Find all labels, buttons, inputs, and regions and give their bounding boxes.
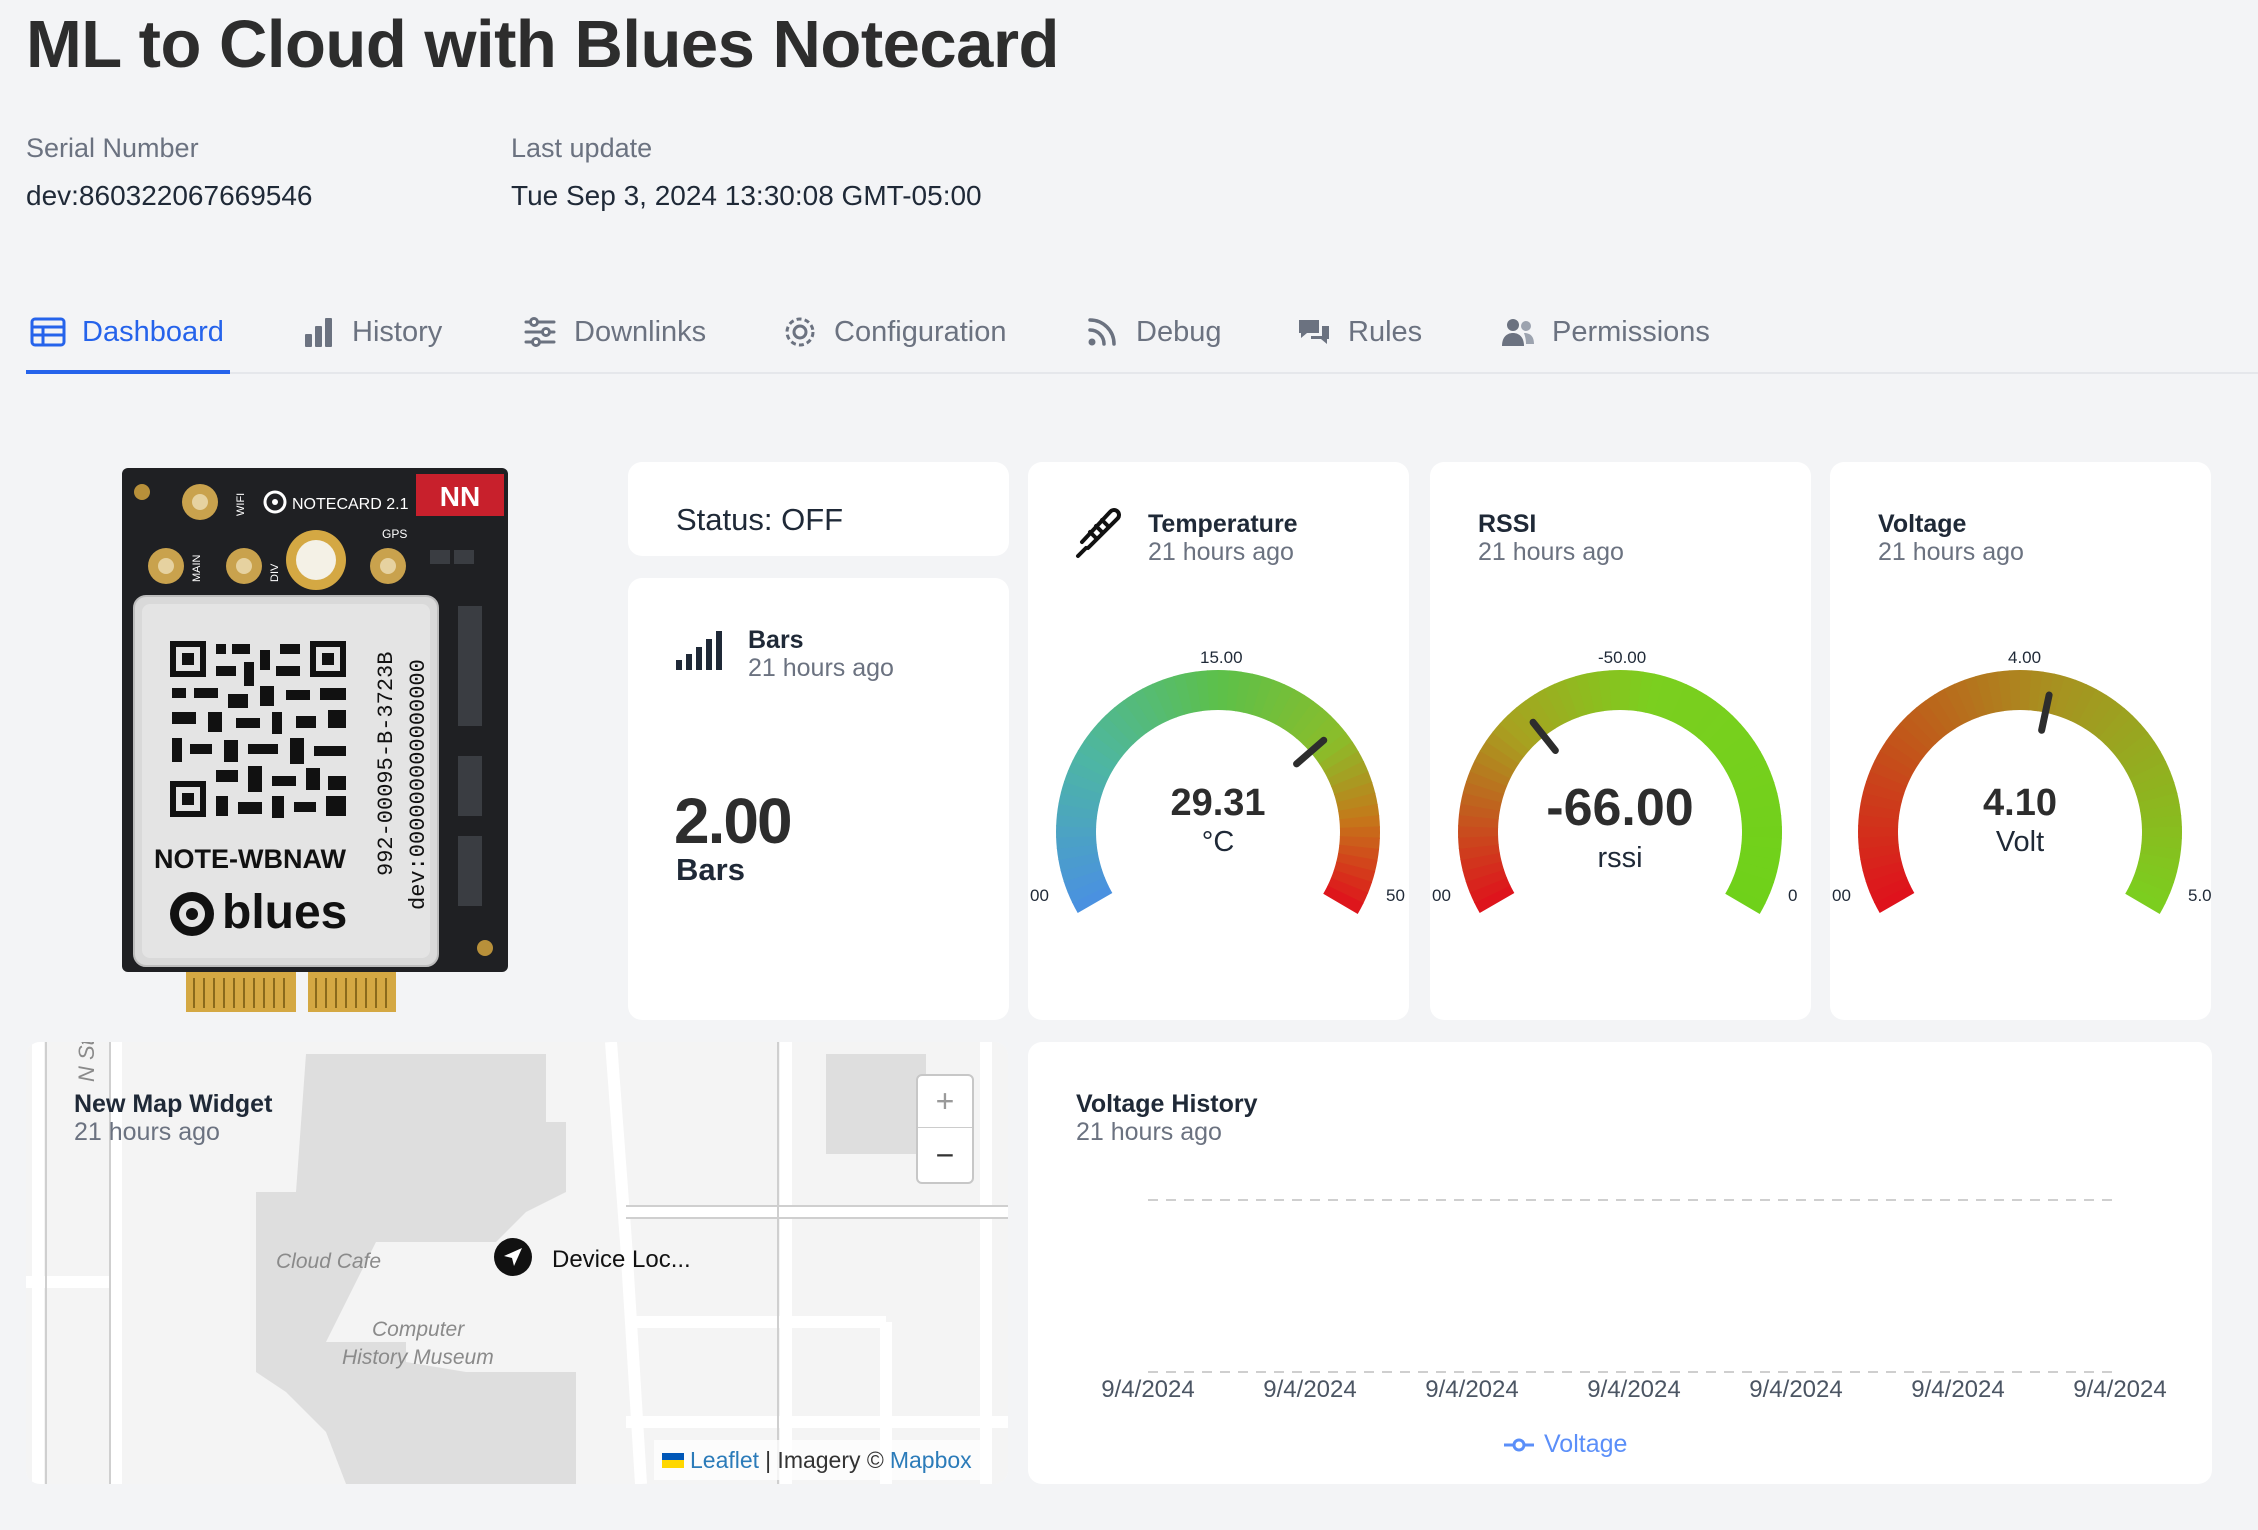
temperature-min-tick: 00 — [1030, 886, 1049, 905]
tab-configuration[interactable]: Configuration — [782, 290, 1007, 374]
tab-label: Debug — [1136, 315, 1222, 348]
voltage-history-chart — [1148, 1199, 2120, 1373]
tab-debug[interactable]: Debug — [1084, 290, 1221, 374]
legend-label: Voltage — [1544, 1430, 1628, 1458]
signal-bars-icon — [676, 631, 722, 670]
tab-bar: Dashboard History Downlinks Configuratio… — [26, 290, 2258, 374]
update-label: Last update — [511, 133, 653, 163]
update-value: Tue Sep 3, 2024 13:30:08 GMT-05:00 — [511, 180, 982, 211]
x-tick-label: 9/4/2024 — [1911, 1376, 2005, 1403]
tab-label: History — [352, 315, 443, 348]
leaflet-link[interactable]: Leaflet — [690, 1447, 759, 1474]
bars-unit: Bars — [676, 852, 745, 887]
brand-label: blues — [222, 886, 347, 939]
rssi-max-tick: 0 — [1788, 886, 1798, 905]
gps-label: GPS — [382, 527, 407, 541]
zoom-control: + − — [916, 1074, 974, 1184]
users-icon — [1502, 319, 1534, 346]
serial-label: Serial Number — [26, 133, 199, 163]
navigation-arrow-icon — [504, 1248, 522, 1266]
tab-label: Rules — [1348, 315, 1423, 348]
map-title: New Map Widget — [74, 1090, 273, 1118]
table-icon — [30, 317, 66, 347]
bars-card: Bars 21 hours ago 2.00 Bars — [628, 578, 1009, 1020]
x-tick-label: 9/4/2024 — [1749, 1376, 1843, 1403]
wifi-label: WIFI — [235, 493, 247, 516]
temperature-max-tick: 50 — [1386, 886, 1405, 905]
part-number-label: 992-00095-B-3723B — [374, 652, 399, 876]
tab-label: Permissions — [1552, 315, 1710, 348]
street-label: N St — [74, 1042, 99, 1082]
active-tab-indicator — [26, 370, 230, 374]
x-tick-label: 9/4/2024 — [1101, 1376, 1195, 1403]
attribution-separator: | Imagery © — [765, 1446, 884, 1473]
sliders-icon — [524, 317, 556, 347]
mapbox-link[interactable]: Mapbox — [890, 1447, 972, 1474]
device-id-label: dev:000000000000000 — [406, 659, 431, 910]
bar-chart-icon — [305, 318, 332, 347]
tab-label: Configuration — [834, 315, 1007, 348]
serial-value: dev:860322067669546 — [26, 180, 313, 211]
rssi-unit: rssi — [1597, 842, 1643, 874]
x-tick-label: 9/4/2024 — [2073, 1376, 2167, 1403]
rssi-gauge — [1458, 670, 1782, 914]
tab-dashboard[interactable]: Dashboard — [30, 290, 224, 374]
tab-downlinks[interactable]: Downlinks — [522, 290, 706, 374]
rssi-card: RSSI 21 hours ago -50.00 00 0 -66.00 rss… — [1430, 462, 1811, 1020]
bars-time: 21 hours ago — [748, 654, 894, 682]
voltage-max-tick: 5.0 — [2188, 886, 2211, 905]
map-time: 21 hours ago — [74, 1118, 220, 1146]
map-attribution: Leaflet | Imagery © Mapbox — [654, 1440, 980, 1480]
chart-legend[interactable]: Voltage — [1504, 1430, 1627, 1459]
voltage-history-card: Voltage History 21 hours ago 9/4/2024 9/4… — [1028, 1042, 2212, 1484]
legend-line-icon — [1504, 1438, 1534, 1451]
tab-rules[interactable]: Rules — [1296, 290, 1422, 374]
tab-permissions[interactable]: Permissions — [1500, 290, 1710, 374]
voltage-unit: Volt — [1995, 826, 2045, 858]
device-location-marker[interactable] — [494, 1238, 532, 1276]
zoom-out-button[interactable]: − — [918, 1128, 972, 1182]
place-label-museum-1: Computer — [372, 1318, 465, 1341]
tab-history[interactable]: History — [300, 290, 442, 374]
marker-label: Device Loc... — [552, 1246, 691, 1273]
temperature-gauge — [1056, 670, 1380, 914]
page-title: ML to Cloud with Blues Notecard — [26, 7, 1059, 82]
voltage-value: 4.10 — [1983, 782, 2057, 824]
device-image: NN NOTECARD 2.1 GPS WIFI MAIN DIV NOTE-W… — [120, 466, 510, 1016]
status-text: Status: OFF — [676, 502, 844, 537]
main-label: MAIN — [191, 554, 203, 582]
place-label-museum-2: History Museum — [342, 1346, 494, 1369]
div-label: DIV — [269, 563, 281, 582]
zoom-in-button[interactable]: + — [918, 1076, 972, 1128]
tab-label: Dashboard — [82, 315, 224, 348]
place-label-cafe: Cloud Cafe — [276, 1250, 382, 1273]
temperature-unit: °C — [1201, 826, 1235, 858]
bars-title: Bars — [748, 626, 804, 654]
model-label: NOTE-WBNAW — [154, 844, 346, 874]
x-tick-label: 9/4/2024 — [1263, 1376, 1357, 1403]
temperature-value: 29.31 — [1170, 782, 1266, 824]
rssi-min-tick: 00 — [1432, 886, 1451, 905]
temperature-card: Temperature 21 hours ago 15.00 00 50 29.… — [1028, 462, 1409, 1020]
voltage-card: Voltage 21 hours ago 4.00 00 5.0 4.10 Vo… — [1830, 462, 2211, 1020]
rss-icon — [1088, 318, 1116, 346]
x-tick-label: 9/4/2024 — [1587, 1376, 1681, 1403]
rssi-mid-tick: -50.00 — [1598, 648, 1647, 667]
ukraine-flag-icon — [662, 1452, 684, 1468]
map-card: N St Cloud Cafe Computer History Museum … — [26, 1042, 1008, 1484]
chat-icon — [1299, 320, 1329, 344]
tab-label: Downlinks — [574, 315, 707, 348]
voltage-gauge — [1858, 670, 2182, 914]
status-card: Status: OFF — [628, 462, 1009, 556]
rssi-value: -66.00 — [1546, 779, 1694, 837]
svg-text:NN: NN — [440, 481, 480, 512]
bars-value: 2.00 — [674, 785, 793, 857]
x-tick-label: 9/4/2024 — [1425, 1376, 1519, 1403]
voltage-min-tick: 00 — [1832, 886, 1851, 905]
gear-icon — [785, 317, 815, 347]
voltage-mid-tick: 4.00 — [2008, 648, 2042, 667]
temperature-mid-tick: 15.00 — [1200, 648, 1243, 667]
board-label: NOTECARD 2.1 — [292, 496, 409, 513]
